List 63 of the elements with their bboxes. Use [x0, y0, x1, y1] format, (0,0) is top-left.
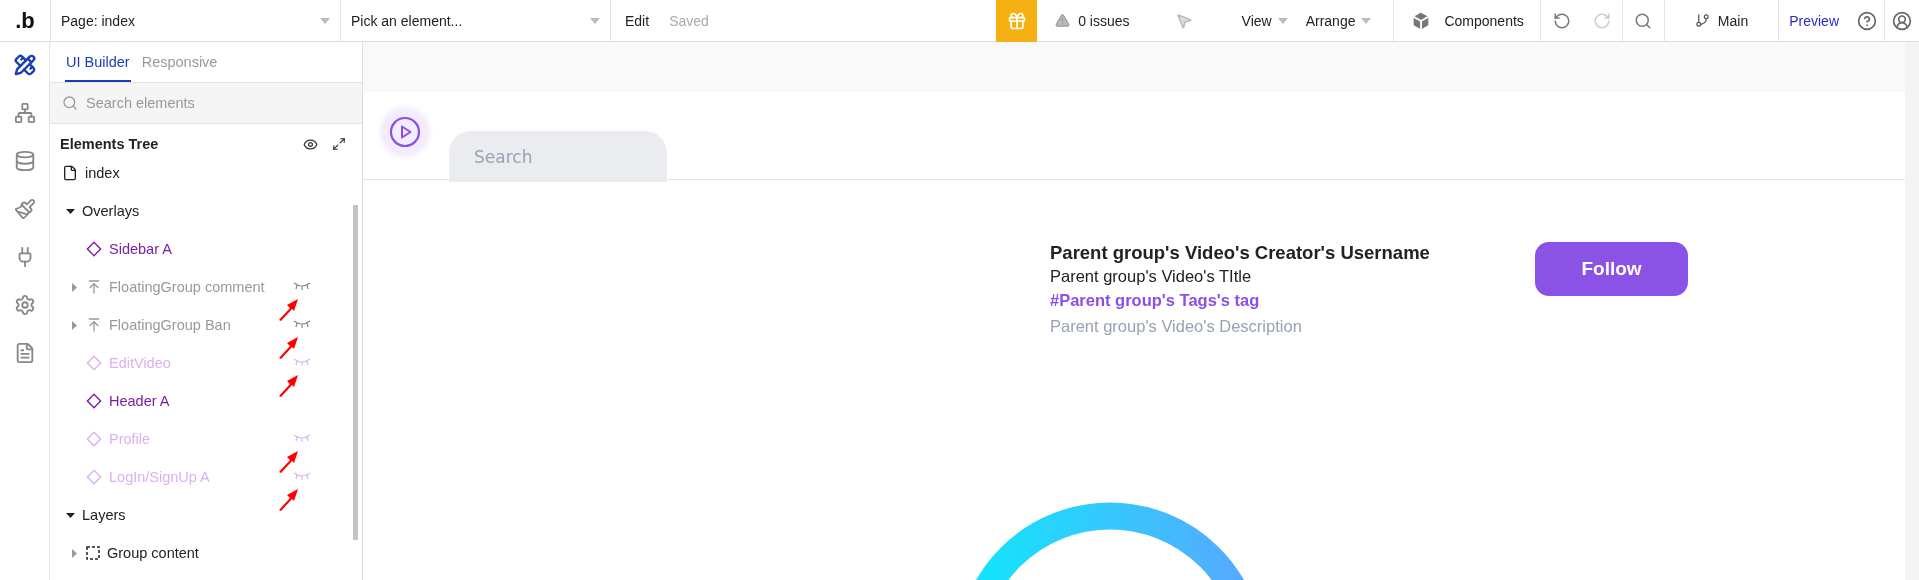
search-field[interactable]: Search: [449, 131, 667, 182]
caret-icon: [320, 17, 330, 24]
expand-triangle-icon[interactable]: [66, 510, 75, 520]
page-icon: [62, 165, 78, 181]
tree-item[interactable]: index: [85, 165, 120, 181]
video-tag[interactable]: #Parent group's Tags's tag: [1050, 291, 1490, 310]
play-logo[interactable]: [383, 110, 427, 154]
help-icon[interactable]: [1856, 10, 1877, 31]
menu-dropdown[interactable]: Arrange: [1305, 12, 1372, 29]
workflow-icon[interactable]: [13, 102, 36, 124]
design-icon[interactable]: [13, 54, 36, 76]
video-description: Parent group's Video's Description: [1050, 317, 1303, 336]
tree-title: Elements Tree: [60, 136, 159, 152]
components-button[interactable]: Components: [1444, 12, 1524, 29]
video-title: Parent group's Video's TItle: [1050, 267, 1253, 286]
diamond-icon: [86, 393, 102, 409]
expand-triangle-icon[interactable]: [66, 206, 75, 216]
warning-icon: [1055, 13, 1071, 28]
closed-eye-icon[interactable]: [293, 471, 311, 481]
float-top-icon: [86, 279, 102, 295]
element-dropdown[interactable]: Pick an element...: [341, 0, 610, 41]
creator-username: Parent group's Video's Creator's Username: [1050, 242, 1431, 264]
tree-item[interactable]: Sidebar A: [109, 241, 172, 257]
eye-icon[interactable]: [303, 136, 318, 152]
tree-section[interactable]: Overlays: [82, 203, 140, 219]
edit-label[interactable]: Edit: [625, 12, 650, 29]
database-icon[interactable]: [13, 150, 36, 172]
diamond-icon: [86, 241, 102, 257]
page-dropdown[interactable]: Page: index: [51, 0, 340, 41]
cursor-icon[interactable]: [1174, 11, 1193, 30]
diamond-icon: [86, 469, 102, 485]
tree-item[interactable]: Header A: [109, 393, 170, 409]
search-elements-field[interactable]: Search elements: [50, 83, 362, 124]
save-status: Saved: [669, 12, 709, 29]
search-icon: [62, 95, 78, 111]
closed-eye-icon[interactable]: [293, 357, 311, 367]
settings-icon[interactable]: [13, 294, 36, 316]
diamond-icon: [86, 355, 102, 371]
caret-icon: [590, 17, 600, 24]
caret-icon: [1277, 17, 1288, 24]
account-icon[interactable]: [1892, 10, 1912, 31]
menu-dropdown[interactable]: View: [1241, 12, 1288, 29]
preview-link[interactable]: Preview: [1789, 12, 1839, 29]
branch-icon: [1694, 13, 1710, 28]
gift-icon: [1006, 10, 1027, 31]
paintbrush-icon[interactable]: [13, 198, 36, 220]
closed-eye-icon[interactable]: [293, 319, 311, 329]
issues-count[interactable]: 0 issues: [1078, 12, 1130, 29]
tree-section[interactable]: Layers: [82, 507, 126, 523]
app-logo[interactable]: .b: [15, 7, 35, 34]
search-icon[interactable]: [1634, 11, 1653, 30]
closed-eye-icon[interactable]: [293, 433, 311, 443]
float-top-icon: [86, 317, 102, 333]
gift-button[interactable]: [996, 0, 1038, 42]
diamond-icon: [86, 431, 102, 447]
dashed-square-icon: [86, 546, 100, 560]
undo-icon[interactable]: [1552, 11, 1571, 30]
closed-eye-icon[interactable]: [293, 281, 311, 291]
branch-name[interactable]: Main: [1717, 12, 1749, 29]
expand-icon[interactable]: [332, 136, 346, 151]
caret-icon: [1361, 17, 1372, 24]
follow-button[interactable]: Follow: [1535, 242, 1688, 296]
tree-item[interactable]: Group content: [107, 545, 199, 561]
